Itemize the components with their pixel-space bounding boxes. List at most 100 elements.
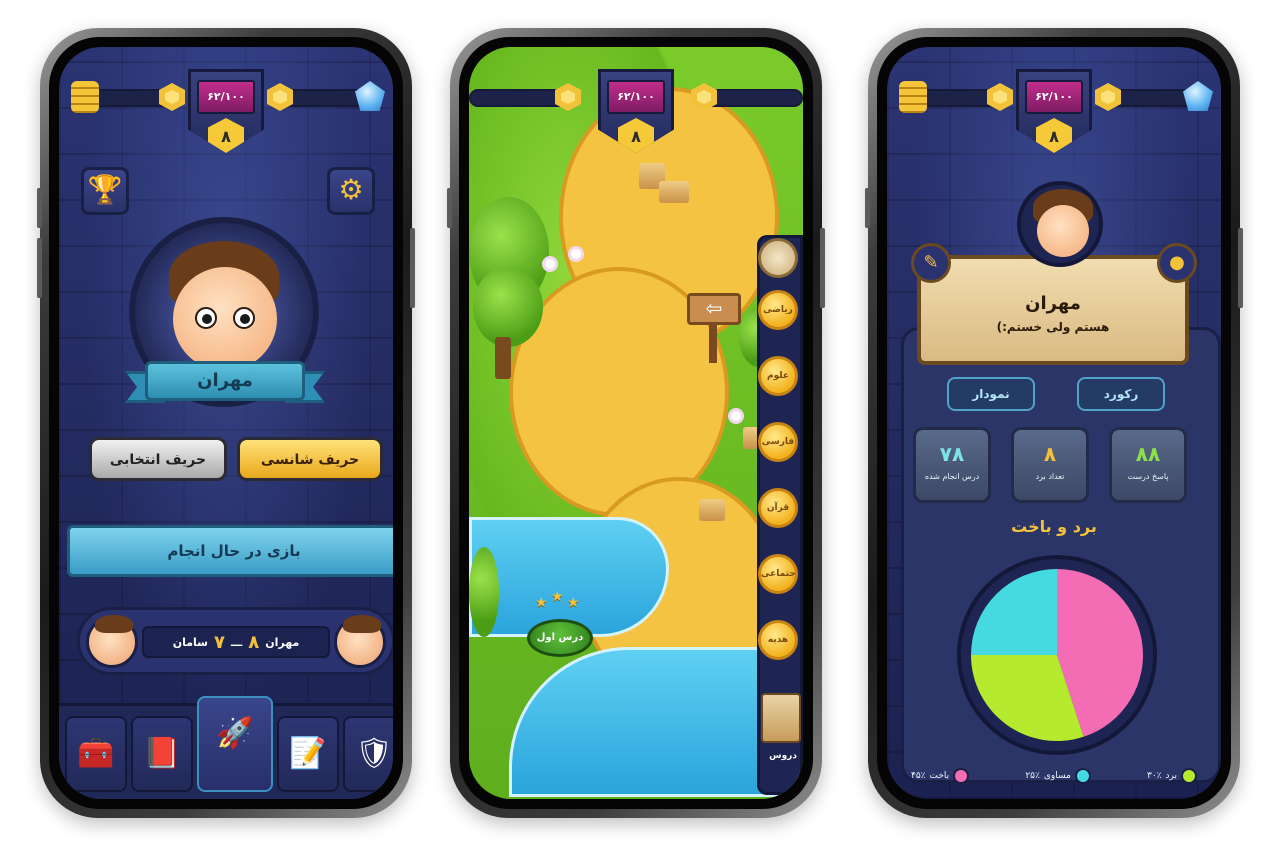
- stat-card-lessons: ۷۸ درس انجام شده: [913, 427, 991, 503]
- chart-legend: برد ۳۰٪ مساوی ۲۵٪ باخت ۴۵٪: [911, 765, 1197, 787]
- phone-home: ۶۲/۱۰۰ ۸ 🏆 ⚙ مهران حریف انتخابی حریف شان…: [37, 28, 415, 818]
- gem-icon: [1183, 81, 1213, 111]
- level-banner: ۶۲/۱۰۰ ۸: [1016, 69, 1092, 153]
- progress-text: ۶۲/۱۰۰: [197, 80, 255, 114]
- phone-map: ⇦ ۶۲/۱۰۰ ۸ ★ ★ ★ درس اول ریاضی علوم فارس…: [447, 28, 825, 818]
- progress-text: ۶۲/۱۰۰: [1025, 80, 1083, 114]
- tab-chart[interactable]: نمودار: [947, 377, 1035, 411]
- star-icon: ★: [551, 589, 564, 605]
- player-avatar: [334, 615, 386, 668]
- level-badge: ۸: [618, 118, 654, 153]
- rocket-icon[interactable]: 🚀: [197, 696, 273, 792]
- legend-dot: [1074, 768, 1091, 784]
- pie-chart-frame: [957, 555, 1157, 755]
- home-screen: ۶۲/۱۰۰ ۸ 🏆 ⚙ مهران حریف انتخابی حریف شان…: [59, 47, 393, 799]
- profile-name: مهران: [1025, 293, 1081, 314]
- tree: [469, 547, 499, 637]
- player2-score: ۷: [213, 631, 225, 653]
- legend-label: برد: [1165, 771, 1177, 781]
- star-icon: ★: [535, 595, 548, 611]
- gear-icon[interactable]: ⚙: [327, 167, 375, 215]
- progress-text: ۶۲/۱۰۰: [607, 80, 665, 114]
- profile-bio: (:هستم ولی خستم: [996, 320, 1110, 334]
- stat-value: ۸۸: [1135, 442, 1161, 466]
- stat-card-wins: ۸ تعداد برد: [1011, 427, 1089, 503]
- chart-title: برد و باخت: [1011, 517, 1097, 536]
- chest-icon[interactable]: 🧰: [65, 716, 127, 792]
- stat-label: درس انجام شده: [924, 472, 980, 481]
- legend-value: ۳۰٪: [1147, 771, 1162, 781]
- avatar-face: [173, 267, 277, 371]
- power-button: [820, 228, 825, 308]
- volume-button: [865, 188, 870, 228]
- profile-card: مهران (:هستم ولی خستم: [917, 255, 1189, 365]
- avatar-eye: [195, 307, 217, 329]
- level-coin[interactable]: فارسی: [758, 422, 798, 462]
- pie-slice-1: [971, 569, 1057, 655]
- rock: [699, 499, 725, 521]
- rock: [659, 181, 689, 203]
- level-coin[interactable]: قرآن: [758, 488, 798, 528]
- chosen-opponent-button[interactable]: حریف انتخابی: [89, 437, 227, 481]
- legend-item: برد ۳۰٪: [1147, 768, 1197, 784]
- ongoing-games-title: بازی در حال انجام: [67, 525, 393, 577]
- avatar-face: [1037, 205, 1089, 257]
- volume-button: [447, 188, 452, 228]
- level-coin[interactable]: هدیه: [758, 620, 798, 660]
- level-coin[interactable]: اجتماعی: [758, 554, 798, 594]
- book-icon[interactable]: 📕: [131, 716, 193, 792]
- tab-record[interactable]: رکورد: [1077, 377, 1165, 411]
- profile-shield-icon[interactable]: 🛡: [343, 716, 393, 792]
- player1-score: ۸: [248, 631, 260, 653]
- player2-name: سامان: [172, 635, 208, 649]
- top-hud: ۶۲/۱۰۰ ۸: [469, 69, 803, 179]
- profile-screen: ۶۲/۱۰۰ ۸ مهران (:هستم ولی خستم ✎ ● رکورد…: [887, 47, 1221, 799]
- top-hud: ۶۲/۱۰۰ ۸: [59, 69, 393, 179]
- legend-item: باخت ۴۵٪: [911, 768, 970, 784]
- coins-icon: [71, 81, 99, 113]
- stat-value: ۸: [1043, 442, 1057, 466]
- coins-icon: [899, 81, 927, 113]
- power-button: [1238, 228, 1243, 308]
- ongoing-match-row[interactable]: مهران ۸ ـــ ۷ سامان: [77, 607, 393, 675]
- level-coin[interactable]: علوم: [758, 356, 798, 396]
- level-banner: ۶۲/۱۰۰ ۸: [598, 69, 674, 153]
- scroll-top-icon[interactable]: [758, 238, 798, 278]
- player1-name: مهران: [265, 635, 300, 649]
- edit-pencil-icon[interactable]: ✎: [911, 243, 951, 283]
- tree: [473, 267, 543, 347]
- bottom-nav: 🧰 📕 🚀 📝 🛡: [59, 696, 393, 799]
- level-banner: ۶۲/۱۰۰ ۸: [188, 69, 264, 153]
- tree-trunk: [495, 337, 511, 379]
- score-separator: ـــ: [230, 635, 243, 649]
- lesson-node[interactable]: درس اول: [527, 619, 593, 657]
- stat-card-correct: ۸۸ پاسخ درست: [1109, 427, 1187, 503]
- avatar: [1017, 181, 1103, 267]
- coin-icon[interactable]: ●: [1157, 243, 1197, 283]
- scroll-icon[interactable]: [761, 693, 801, 743]
- level-coin[interactable]: ریاضی: [758, 290, 798, 330]
- legend-label: باخت: [929, 771, 950, 781]
- arrow-sign-icon: ⇦: [687, 293, 741, 325]
- stat-value: ۷۸: [939, 442, 965, 466]
- flower: [731, 411, 741, 421]
- trophy-icon[interactable]: 🏆: [81, 167, 129, 215]
- map-screen: ⇦ ۶۲/۱۰۰ ۸ ★ ★ ★ درس اول ریاضی علوم فارس…: [469, 47, 803, 799]
- legend-value: ۲۵٪: [1025, 771, 1040, 781]
- star-icon: ★: [567, 595, 580, 611]
- pie-chart: [971, 569, 1143, 741]
- volume-button: [37, 238, 42, 298]
- legend-value: ۴۵٪: [911, 771, 926, 781]
- random-opponent-button[interactable]: حریف شانسی: [237, 437, 383, 481]
- power-button: [410, 228, 415, 308]
- avatar-eye: [233, 307, 255, 329]
- phone-profile: ۶۲/۱۰۰ ۸ مهران (:هستم ولی خستم ✎ ● رکورد…: [865, 28, 1243, 818]
- match-score: مهران ۸ ـــ ۷ سامان: [142, 626, 330, 658]
- level-badge: ۸: [208, 118, 244, 153]
- paper-pencil-icon[interactable]: 📝: [277, 716, 339, 792]
- top-hud: ۶۲/۱۰۰ ۸: [887, 69, 1221, 179]
- level-badge: ۸: [1036, 118, 1072, 153]
- rail-label: دروس: [769, 751, 797, 761]
- legend-label: مساوی: [1043, 771, 1071, 781]
- gem-icon: [355, 81, 385, 111]
